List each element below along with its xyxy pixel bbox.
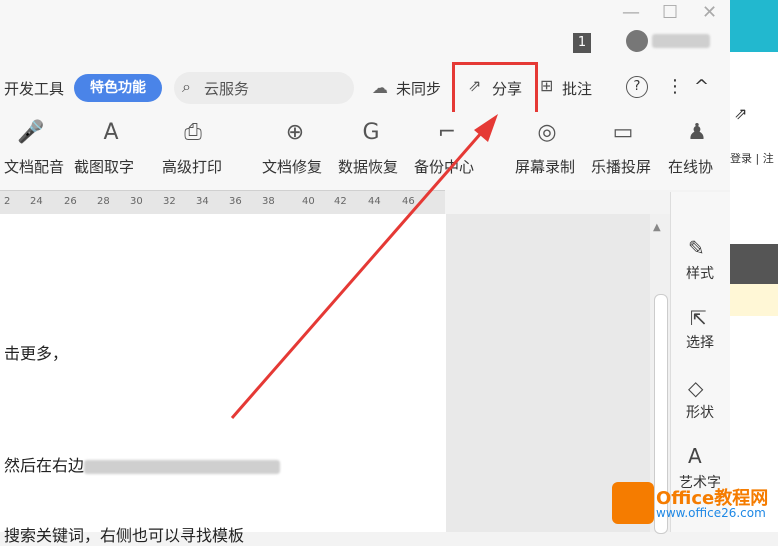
watermark-url: www.office26.com — [656, 506, 766, 520]
red-arrow-annotation — [230, 114, 498, 419]
office-logo-icon — [612, 482, 654, 524]
